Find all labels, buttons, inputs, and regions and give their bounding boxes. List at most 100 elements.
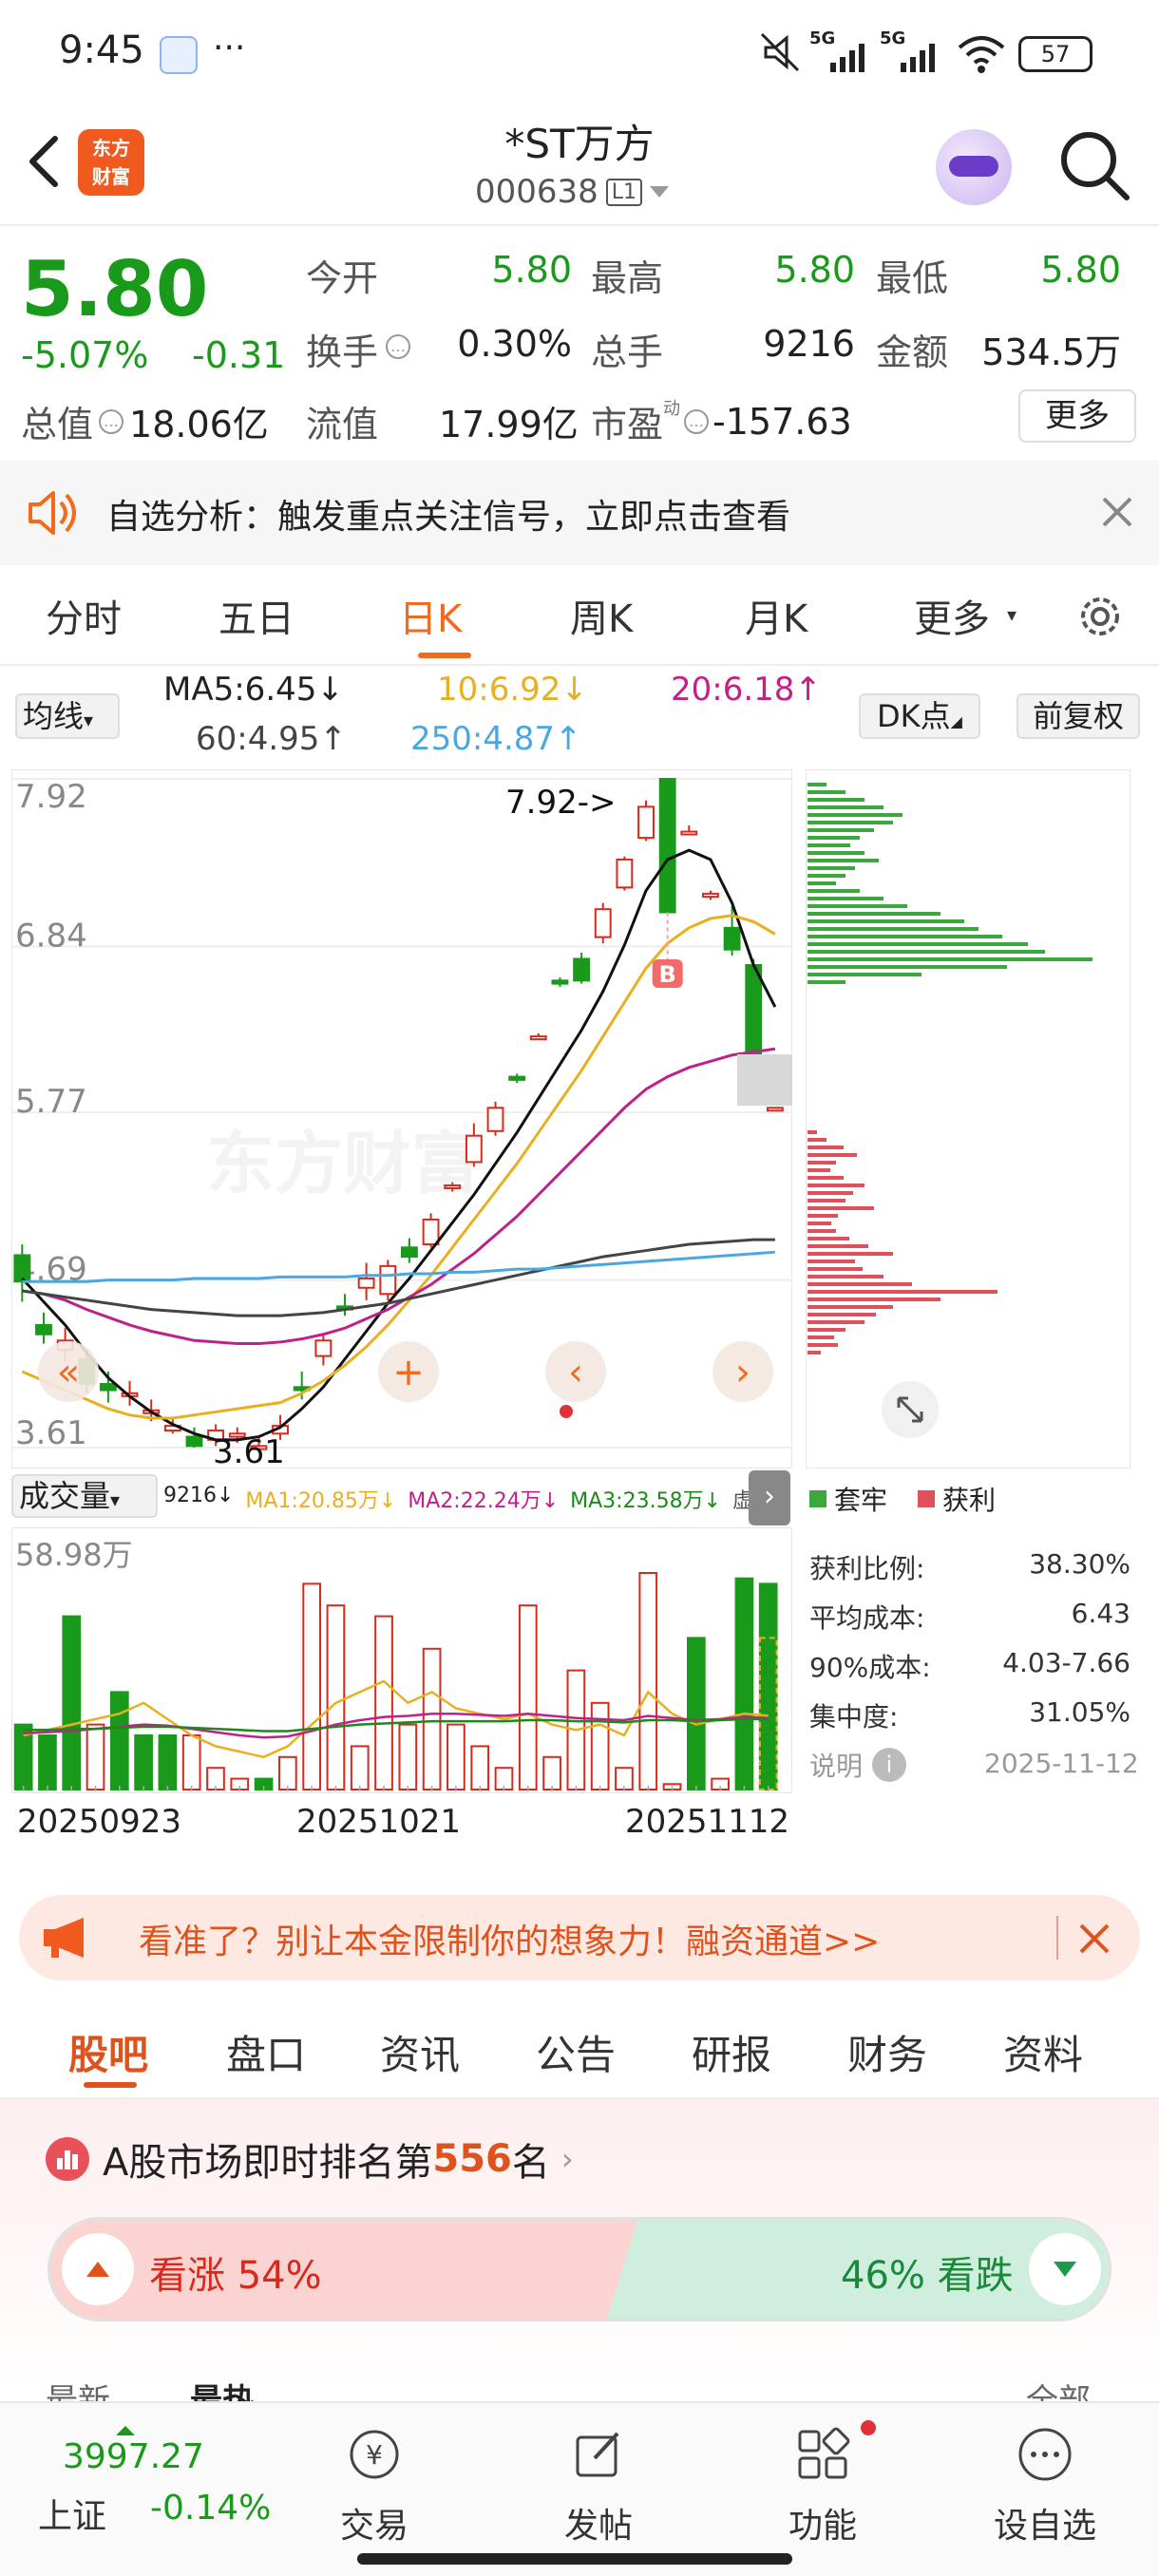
dk-point-label: DK点 <box>877 698 951 734</box>
chart-area: 均线▾ MA5:6.45↓ 10:6.92↓ 20:6.18↑ 60:4.95↑… <box>0 667 1159 1883</box>
chevron-right-icon[interactable]: › <box>749 1470 790 1525</box>
tab-monthly-k[interactable]: 月K <box>745 588 808 643</box>
chip-stat-value-2: 4.03-7.66 <box>1002 1647 1130 1678</box>
content-tab-1[interactable]: 盘口 <box>226 2023 306 2081</box>
content-tab-4[interactable]: 研报 <box>692 2023 771 2081</box>
chip-stat-label-1: 平均成本: <box>809 1602 925 1634</box>
robot-assistant-icon[interactable] <box>936 129 1012 205</box>
tab-more[interactable]: 更多 <box>914 588 990 643</box>
chip-frame <box>806 769 1130 1468</box>
chip-bar-profit <box>808 1290 998 1294</box>
pe-label: 市盈 <box>591 404 664 445</box>
current-price: 5.80 <box>21 245 209 333</box>
ma-select-label: 均线 <box>23 698 85 734</box>
chip-bar-trapped <box>808 889 860 893</box>
chip-note[interactable]: 说明 i <box>809 1746 907 1784</box>
info-icon[interactable]: … <box>684 408 710 434</box>
content-tab-0[interactable]: 股吧 <box>68 2023 148 2081</box>
chip-bar-trapped <box>808 897 884 900</box>
float-value-label: 流值 <box>306 404 379 445</box>
kline-chart[interactable]: 7.926.845.774.693.61东方财富7.92->3.61B« + ‹ › <box>11 769 792 1468</box>
candle-body <box>465 1134 483 1164</box>
chip-bar-trapped <box>808 783 826 786</box>
info-icon[interactable]: … <box>99 408 124 434</box>
volume-select[interactable]: 成交量▾ <box>11 1474 158 1518</box>
tab-weekly-k[interactable]: 周K <box>570 588 633 643</box>
chip-bar-profit <box>808 1275 884 1279</box>
candle-body <box>637 805 655 840</box>
signal-icon-2 <box>901 44 935 72</box>
chip-bar-trapped <box>808 866 855 870</box>
chip-bar-profit <box>808 1138 826 1142</box>
search-icon[interactable] <box>1056 127 1132 203</box>
content-tab-3[interactable]: 公告 <box>536 2023 616 2081</box>
chip-bar-trapped <box>808 927 978 931</box>
volume-bar <box>518 1604 538 1790</box>
volume-select-label: 成交量 <box>19 1478 111 1514</box>
chip-bar-trapped <box>808 919 964 923</box>
rank-prefix: A股市场即时排名第 <box>103 2141 433 2185</box>
chip-date: 2025-11-12 <box>984 1748 1139 1779</box>
financing-ad-banner[interactable]: 看准了？别让本金限制你的想象力！融资通道>> <box>19 1895 1140 1980</box>
volume-bar <box>38 1734 57 1790</box>
bullish-button[interactable] <box>62 2233 134 2305</box>
close-icon[interactable] <box>1077 1922 1112 1956</box>
stock-code-row[interactable]: 000638 L1 <box>475 173 684 211</box>
settings-gear-icon[interactable] <box>1074 590 1127 643</box>
candle-body <box>551 979 569 985</box>
quote-label-1-2: 金额 <box>876 331 949 373</box>
dk-point-button[interactable]: DK点◢ <box>859 693 980 739</box>
quote-label-1-1: 总手 <box>591 331 664 373</box>
chip-bar-profit <box>808 1168 830 1172</box>
ma10-label: 10:6.92↓ <box>437 671 588 709</box>
content-tab-6[interactable]: 资料 <box>1003 2023 1083 2081</box>
quote-value-1-0: 0.30% <box>457 323 572 365</box>
volume-bar <box>590 1701 610 1790</box>
candle-body <box>680 830 698 836</box>
add-watchlist-icon[interactable] <box>1015 2424 1075 2485</box>
buy-marker-label: B <box>659 961 676 988</box>
rank-title[interactable]: A股市场即时排名第 556 名 › <box>103 2131 574 2187</box>
index-marker-icon <box>116 2426 135 2435</box>
candle-body <box>529 1035 547 1041</box>
function-icon[interactable] <box>792 2424 853 2485</box>
volume-bar <box>181 1734 201 1790</box>
content-tab-5[interactable]: 财务 <box>847 2023 927 2081</box>
nav-label-1[interactable]: 发帖 <box>522 2498 674 2548</box>
more-button[interactable]: 更多 <box>1018 389 1136 443</box>
trade-icon[interactable]: ¥ <box>344 2424 405 2485</box>
adjust-button[interactable]: 前复权 <box>1016 693 1140 739</box>
chip-bar-profit <box>808 1229 836 1233</box>
expand-icon[interactable] <box>882 1381 939 1438</box>
chip-bar-trapped <box>808 843 850 847</box>
y-tick-label: 7.92 <box>15 778 87 816</box>
nav-glyph: › <box>735 1351 750 1394</box>
volume-bar <box>134 1734 153 1790</box>
chip-stat-value-3: 31.05% <box>1029 1696 1130 1728</box>
volume-bar <box>470 1745 490 1790</box>
nav-label-2[interactable]: 功能 <box>747 2498 899 2548</box>
ad-text: 看准了？别让本金限制你的想象力！融资通道>> <box>139 1923 881 1961</box>
legend-trapped: 套牢 <box>834 1485 888 1516</box>
nav-dot <box>560 1405 573 1418</box>
post-icon[interactable] <box>568 2424 629 2485</box>
ma-select[interactable]: 均线▾ <box>15 693 120 739</box>
volume-ma3: MA3:23.58万↓ <box>570 1489 721 1513</box>
tab-intraday[interactable]: 分时 <box>46 588 122 643</box>
close-icon[interactable] <box>1100 495 1134 529</box>
quote-value-1-2: 534.5万 <box>981 331 1121 373</box>
info-icon[interactable]: … <box>386 334 410 359</box>
chip-bar-trapped <box>808 957 1092 961</box>
bearish-button[interactable] <box>1029 2233 1101 2305</box>
chip-bar-trapped <box>808 980 846 984</box>
quote-value-0-1: 5.80 <box>774 249 855 291</box>
chip-bar-trapped <box>808 851 864 855</box>
candle-body <box>444 1184 462 1189</box>
content-tab-2[interactable]: 资讯 <box>380 2023 460 2081</box>
analysis-alert-bar[interactable]: 自选分析：触发重点关注信号，立即点击查看 <box>0 461 1159 565</box>
nav-label-0[interactable]: 交易 <box>298 2498 450 2548</box>
tab-five-day[interactable]: 五日 <box>218 588 294 643</box>
tab-daily-k[interactable]: 日K <box>399 588 462 643</box>
volume-bar <box>686 1637 706 1791</box>
nav-label-3[interactable]: 设自选 <box>969 2498 1121 2548</box>
